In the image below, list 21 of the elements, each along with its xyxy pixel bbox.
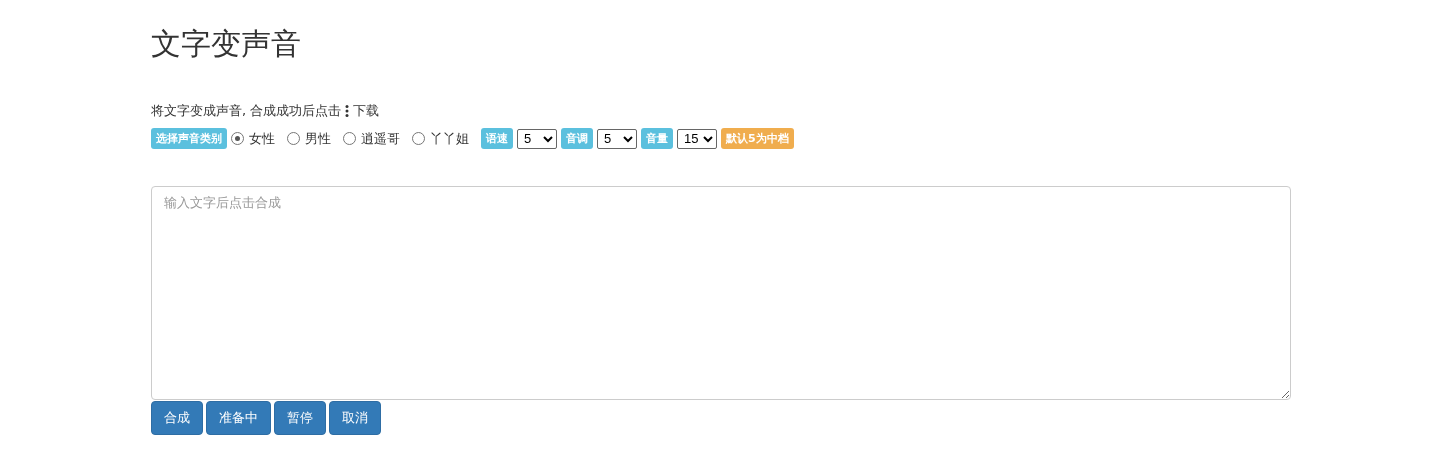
download-text: 下载 <box>353 102 380 120</box>
intro-text: 将文字变成声音, 合成成功后点击 <box>151 102 342 120</box>
action-button[interactable]: 暂停 <box>274 401 326 435</box>
action-button[interactable]: 准备中 <box>206 401 271 435</box>
voice-label: 选择声音类别 <box>151 128 227 149</box>
setting-label: 音调 <box>561 128 593 149</box>
radio-label[interactable]: 逍遥哥 <box>361 129 400 148</box>
setting-select[interactable]: 15 <box>677 128 717 149</box>
setting-select[interactable]: 5 <box>517 128 557 149</box>
vertical-dots-icon <box>345 105 350 117</box>
setting-select[interactable]: 5 <box>597 128 637 149</box>
setting-label: 音量 <box>641 128 673 149</box>
action-button[interactable]: 取消 <box>329 401 381 435</box>
page-title: 文字变声音 <box>151 25 302 63</box>
radio-label[interactable]: 丫丫姐 <box>430 129 469 148</box>
hint-label: 默认5为中档 <box>721 128 794 149</box>
setting-label: 语速 <box>481 128 513 149</box>
action-button[interactable]: 合成 <box>151 401 203 435</box>
radio-label[interactable]: 女性 <box>249 129 275 148</box>
radio-label[interactable]: 男性 <box>305 129 331 148</box>
text-input-field[interactable]: 输入文字后点击合成 <box>151 186 1291 400</box>
